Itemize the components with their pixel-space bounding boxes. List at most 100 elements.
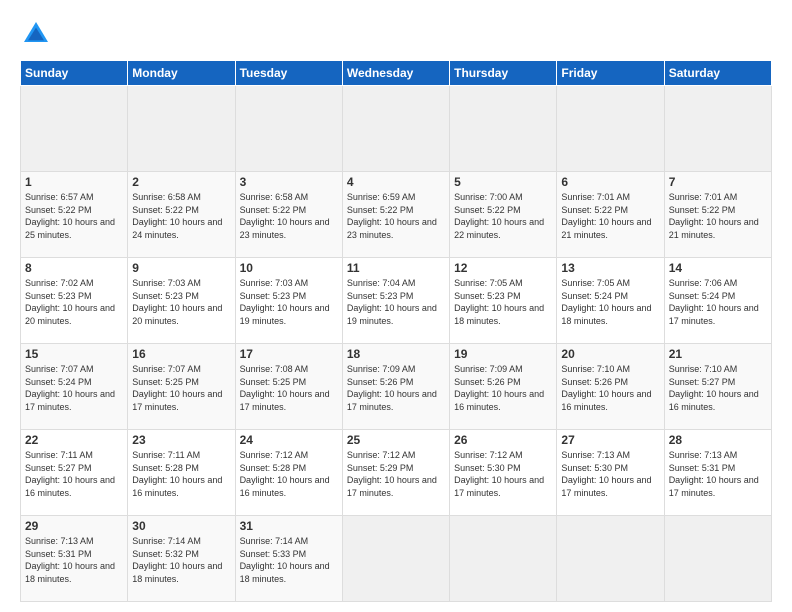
calendar-cell (235, 86, 342, 172)
day-number: 29 (25, 519, 123, 533)
day-info: Sunrise: 6:59 AMSunset: 5:22 PMDaylight:… (347, 191, 445, 241)
day-info: Sunrise: 7:10 AMSunset: 5:27 PMDaylight:… (669, 363, 767, 413)
day-info: Sunrise: 7:13 AMSunset: 5:31 PMDaylight:… (669, 449, 767, 499)
day-info: Sunrise: 7:02 AMSunset: 5:23 PMDaylight:… (25, 277, 123, 327)
calendar-cell (664, 516, 771, 602)
day-number: 1 (25, 175, 123, 189)
day-info: Sunrise: 7:13 AMSunset: 5:31 PMDaylight:… (25, 535, 123, 585)
day-info: Sunrise: 7:14 AMSunset: 5:32 PMDaylight:… (132, 535, 230, 585)
day-info: Sunrise: 6:58 AMSunset: 5:22 PMDaylight:… (240, 191, 338, 241)
day-info: Sunrise: 7:03 AMSunset: 5:23 PMDaylight:… (132, 277, 230, 327)
day-info: Sunrise: 7:08 AMSunset: 5:25 PMDaylight:… (240, 363, 338, 413)
calendar-cell (128, 86, 235, 172)
day-number: 9 (132, 261, 230, 275)
calendar-cell: 10Sunrise: 7:03 AMSunset: 5:23 PMDayligh… (235, 258, 342, 344)
day-number: 2 (132, 175, 230, 189)
calendar-cell: 12Sunrise: 7:05 AMSunset: 5:23 PMDayligh… (450, 258, 557, 344)
calendar-cell: 5Sunrise: 7:00 AMSunset: 5:22 PMDaylight… (450, 172, 557, 258)
day-info: Sunrise: 7:10 AMSunset: 5:26 PMDaylight:… (561, 363, 659, 413)
calendar-cell (450, 516, 557, 602)
col-friday: Friday (557, 61, 664, 86)
day-number: 4 (347, 175, 445, 189)
day-info: Sunrise: 7:06 AMSunset: 5:24 PMDaylight:… (669, 277, 767, 327)
calendar-cell: 18Sunrise: 7:09 AMSunset: 5:26 PMDayligh… (342, 344, 449, 430)
day-number: 22 (25, 433, 123, 447)
calendar-cell (342, 516, 449, 602)
day-number: 26 (454, 433, 552, 447)
day-number: 16 (132, 347, 230, 361)
calendar-cell: 26 Sunrise: 7:12 AMSunset: 5:30 PMDayligh… (450, 430, 557, 516)
day-info: Sunrise: 7:13 AMSunset: 5:30 PMDaylight:… (561, 449, 659, 499)
calendar-week-2: 8 Sunrise: 7:02 AMSunset: 5:23 PMDaylight… (21, 258, 772, 344)
calendar-header: Sunday Monday Tuesday Wednesday Thursday… (21, 61, 772, 86)
day-info: Sunrise: 7:12 AMSunset: 5:30 PMDaylight:… (454, 449, 552, 499)
day-number: 17 (240, 347, 338, 361)
day-number: 3 (240, 175, 338, 189)
col-monday: Monday (128, 61, 235, 86)
day-number: 28 (669, 433, 767, 447)
calendar-cell: 14 Sunrise: 7:06 AMSunset: 5:24 PMDayligh… (664, 258, 771, 344)
calendar-cell: 29 Sunrise: 7:13 AMSunset: 5:31 PMDayligh… (21, 516, 128, 602)
header (20, 18, 772, 50)
day-info: Sunrise: 7:00 AMSunset: 5:22 PMDaylight:… (454, 191, 552, 241)
day-number: 11 (347, 261, 445, 275)
day-info: Sunrise: 7:07 AMSunset: 5:25 PMDaylight:… (132, 363, 230, 413)
day-number: 14 (669, 261, 767, 275)
calendar-cell: 22Sunrise: 7:11 AMSunset: 5:27 PMDayligh… (21, 430, 128, 516)
day-info: Sunrise: 7:05 AMSunset: 5:24 PMDaylight:… (561, 277, 659, 327)
day-info: Sunrise: 7:11 AMSunset: 5:28 PMDaylight:… (132, 449, 230, 499)
day-info: Sunrise: 7:09 AMSunset: 5:26 PMDaylight:… (454, 363, 552, 413)
day-info: Sunrise: 7:03 AMSunset: 5:23 PMDaylight:… (240, 277, 338, 327)
calendar-cell: 23 Sunrise: 7:11 AMSunset: 5:28 PMDayligh… (128, 430, 235, 516)
calendar: Sunday Monday Tuesday Wednesday Thursday… (20, 60, 772, 602)
day-number: 13 (561, 261, 659, 275)
calendar-cell: 2 Sunrise: 6:58 AMSunset: 5:22 PMDaylight… (128, 172, 235, 258)
day-number: 19 (454, 347, 552, 361)
calendar-cell: 13 Sunrise: 7:05 AMSunset: 5:24 PMDayligh… (557, 258, 664, 344)
day-info: Sunrise: 7:14 AMSunset: 5:33 PMDaylight:… (240, 535, 338, 585)
calendar-cell: 27 Sunrise: 7:13 AMSunset: 5:30 PMDayligh… (557, 430, 664, 516)
day-number: 8 (25, 261, 123, 275)
calendar-cell: 28 Sunrise: 7:13 AMSunset: 5:31 PMDayligh… (664, 430, 771, 516)
calendar-cell: 7Sunrise: 7:01 AMSunset: 5:22 PMDaylight… (664, 172, 771, 258)
day-info: Sunrise: 6:58 AMSunset: 5:22 PMDaylight:… (132, 191, 230, 241)
calendar-cell (21, 86, 128, 172)
day-number: 15 (25, 347, 123, 361)
calendar-cell (557, 86, 664, 172)
day-number: 27 (561, 433, 659, 447)
col-thursday: Thursday (450, 61, 557, 86)
calendar-cell: 17 Sunrise: 7:08 AMSunset: 5:25 PMDayligh… (235, 344, 342, 430)
calendar-cell: 11Sunrise: 7:04 AMSunset: 5:23 PMDayligh… (342, 258, 449, 344)
calendar-week-1: 1 Sunrise: 6:57 AMSunset: 5:22 PMDaylight… (21, 172, 772, 258)
col-sunday: Sunday (21, 61, 128, 86)
calendar-cell: 20 Sunrise: 7:10 AMSunset: 5:26 PMDayligh… (557, 344, 664, 430)
calendar-cell (557, 516, 664, 602)
day-number: 21 (669, 347, 767, 361)
logo-icon (20, 18, 52, 50)
day-number: 20 (561, 347, 659, 361)
calendar-cell: 21 Sunrise: 7:10 AMSunset: 5:27 PMDayligh… (664, 344, 771, 430)
calendar-cell: 15Sunrise: 7:07 AMSunset: 5:24 PMDayligh… (21, 344, 128, 430)
day-number: 31 (240, 519, 338, 533)
calendar-cell: 25Sunrise: 7:12 AMSunset: 5:29 PMDayligh… (342, 430, 449, 516)
day-number: 23 (132, 433, 230, 447)
page: Sunday Monday Tuesday Wednesday Thursday… (0, 0, 792, 612)
calendar-cell: 9 Sunrise: 7:03 AMSunset: 5:23 PMDaylight… (128, 258, 235, 344)
col-tuesday: Tuesday (235, 61, 342, 86)
calendar-cell (664, 86, 771, 172)
logo (20, 18, 56, 50)
day-number: 7 (669, 175, 767, 189)
calendar-week-5: 29 Sunrise: 7:13 AMSunset: 5:31 PMDayligh… (21, 516, 772, 602)
calendar-cell: 30 Sunrise: 7:14 AMSunset: 5:32 PMDayligh… (128, 516, 235, 602)
day-number: 12 (454, 261, 552, 275)
day-number: 24 (240, 433, 338, 447)
calendar-cell: 19 Sunrise: 7:09 AMSunset: 5:26 PMDayligh… (450, 344, 557, 430)
calendar-cell: 6Sunrise: 7:01 AMSunset: 5:22 PMDaylight… (557, 172, 664, 258)
calendar-cell (450, 86, 557, 172)
day-info: Sunrise: 6:57 AMSunset: 5:22 PMDaylight:… (25, 191, 123, 241)
day-info: Sunrise: 7:12 AMSunset: 5:29 PMDaylight:… (347, 449, 445, 499)
calendar-week-4: 22Sunrise: 7:11 AMSunset: 5:27 PMDayligh… (21, 430, 772, 516)
day-number: 30 (132, 519, 230, 533)
calendar-cell (342, 86, 449, 172)
calendar-cell: 3 Sunrise: 6:58 AMSunset: 5:22 PMDaylight… (235, 172, 342, 258)
